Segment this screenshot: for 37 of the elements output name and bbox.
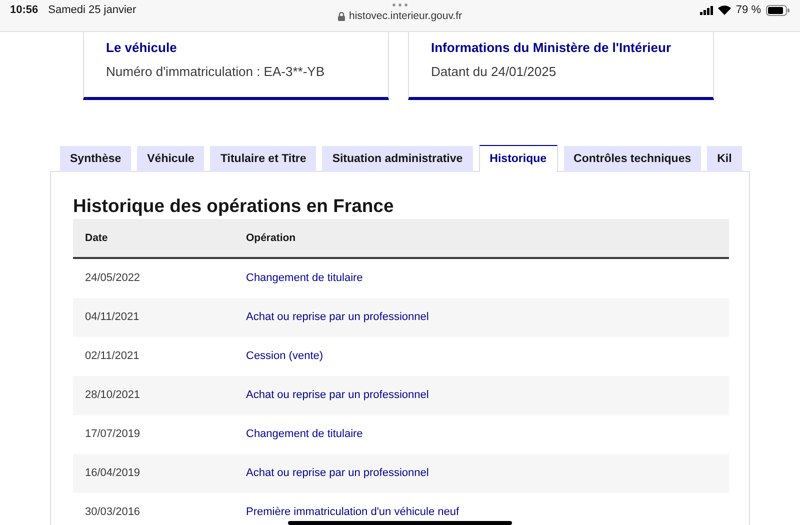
date-cell: 30/03/2016 — [73, 493, 246, 525]
signal-icon — [700, 6, 713, 14]
tab[interactable]: Situation administrative — [322, 146, 473, 172]
lock-icon — [338, 12, 345, 20]
operation-link[interactable]: Achat ou reprise par un professionnel — [246, 389, 429, 401]
operation-link[interactable]: Changement de titulaire — [246, 428, 363, 440]
operation-link[interactable]: Achat ou reprise par un professionnel — [246, 467, 429, 479]
column-header: Date — [73, 219, 246, 258]
tab[interactable]: Véhicule — [137, 146, 204, 172]
operation-link[interactable]: Première immatriculation d'un véhicule neuf — [246, 506, 460, 518]
operation-link[interactable]: Cession (vente) — [246, 350, 324, 362]
status-date: Samedi 25 janvier — [48, 4, 136, 16]
date-cell: 02/11/2021 — [73, 337, 246, 376]
tab[interactable]: Synthèse — [60, 146, 132, 172]
date-cell: 04/11/2021 — [73, 298, 246, 337]
date-cell: 28/10/2021 — [73, 376, 246, 415]
operation-link[interactable]: Achat ou reprise par un professionnel — [246, 311, 429, 323]
more-icon[interactable] — [392, 3, 408, 7]
url-text[interactable]: histovec.interieur.gouv.fr — [348, 10, 462, 22]
card-text: Datant du 24/01/2025 — [431, 64, 558, 79]
tab[interactable]: Historique — [478, 145, 558, 172]
operation-link[interactable]: Changement de titulaire — [246, 272, 363, 284]
card-text: Numéro d'immatriculation : EA-3**-YB — [106, 64, 326, 79]
battery-percent: 79 % — [736, 4, 761, 16]
date-cell: 16/04/2019 — [73, 454, 246, 493]
card-title: Le véhicule — [106, 40, 178, 55]
date-cell: 17/07/2019 — [73, 415, 246, 454]
tab[interactable]: Contrôles techniques — [564, 146, 702, 172]
battery-icon — [766, 4, 790, 16]
tab[interactable]: Titulaire et Titre — [210, 146, 316, 172]
status-time: 10:56 — [10, 4, 38, 16]
tab[interactable]: Kil — [707, 146, 742, 172]
column-header: Opération — [246, 219, 729, 258]
wifi-icon — [718, 5, 731, 15]
section-title: Historique des opérations en France — [73, 195, 395, 217]
card-title: Informations du Ministère de l'Intérieur — [431, 40, 672, 55]
date-cell: 24/05/2022 — [73, 258, 246, 298]
